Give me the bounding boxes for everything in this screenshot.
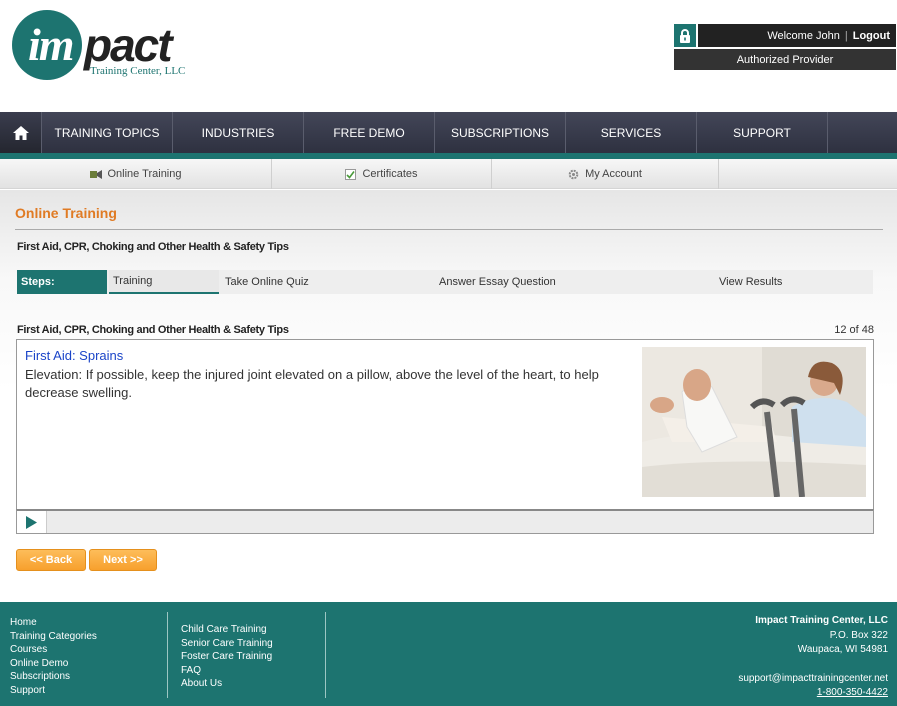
step-take-online-quiz[interactable]: Take Online Quiz <box>221 270 309 294</box>
footer-link-child-care[interactable]: Child Care Training <box>181 623 273 637</box>
footer-link-foster-care[interactable]: Foster Care Training <box>181 650 273 664</box>
nav-support[interactable]: SUPPORT <box>697 112 828 153</box>
user-box: Welcome John | Logout Authorized Provide… <box>674 24 896 71</box>
footer-link-faq[interactable]: FAQ <box>181 664 273 678</box>
footer-link-subscriptions[interactable]: Subscriptions <box>10 670 97 684</box>
sub-nav: Online Training Certificates My Account <box>0 159 897 189</box>
impact-logo[interactable]: im pact Training Center, LLC <box>12 10 212 86</box>
slide-panel: First Aid: Sprains Elevation: If possibl… <box>16 339 874 534</box>
footer-link-courses[interactable]: Courses <box>10 643 97 657</box>
subnav-certificates[interactable]: Certificates <box>272 159 492 189</box>
footer-contact: Impact Training Center, LLC P.O. Box 322… <box>738 614 888 701</box>
step-answer-essay-question[interactable]: Answer Essay Question <box>435 270 556 294</box>
footer-link-home[interactable]: Home <box>10 616 97 630</box>
slide-text: Elevation: If possible, keep the injured… <box>25 367 599 400</box>
subnav-my-account[interactable]: My Account <box>492 159 719 189</box>
slide-counter: 12 of 48 <box>834 324 874 336</box>
nav-training-topics[interactable]: TRAINING TOPICS <box>42 112 173 153</box>
footer-link-online-demo[interactable]: Online Demo <box>10 657 97 671</box>
slide-heading: First Aid: Sprains <box>25 348 124 363</box>
steps-label: Steps: <box>17 270 107 294</box>
footer-divider <box>325 612 326 698</box>
footer-address-line2: Waupaca, WI 54981 <box>797 644 888 655</box>
steps-bar: Steps: Training Take Online Quiz Answer … <box>17 270 873 294</box>
footer-divider <box>167 612 168 698</box>
main-nav: TRAINING TOPICS INDUSTRIES FREE DEMO SUB… <box>0 112 897 153</box>
footer-phone-link[interactable]: 1-800-350-4422 <box>738 686 888 701</box>
welcome-bar: Welcome John | Logout <box>698 24 896 47</box>
media-player-bar <box>16 509 874 534</box>
footer-links-primary: Home Training Categories Courses Online … <box>10 616 97 697</box>
subnav-online-training[interactable]: Online Training <box>0 159 272 189</box>
footer-links-secondary: Child Care Training Senior Care Training… <box>181 623 273 691</box>
play-icon <box>26 515 37 529</box>
welcome-separator: | <box>844 29 848 42</box>
footer: Home Training Categories Courses Online … <box>0 602 897 706</box>
step-view-results[interactable]: View Results <box>715 270 782 294</box>
step-training[interactable]: Training <box>109 270 219 294</box>
subnav-label: Certificates <box>362 168 418 180</box>
nav-free-demo[interactable]: FREE DEMO <box>304 112 435 153</box>
training-icon <box>89 169 102 179</box>
subnav-label: Online Training <box>107 168 182 180</box>
footer-link-training-categories[interactable]: Training Categories <box>10 630 97 644</box>
title-divider <box>15 229 883 230</box>
logout-link[interactable]: Logout <box>853 30 890 42</box>
footer-address-line1: P.O. Box 322 <box>829 629 888 641</box>
back-button[interactable]: << Back <box>16 549 86 571</box>
footer-spacer <box>738 658 888 672</box>
play-button[interactable] <box>17 511 47 533</box>
lock-icon <box>674 24 696 47</box>
home-icon <box>12 125 29 140</box>
logo-text-im: im <box>28 19 75 70</box>
content-area: Online Training First Aid, CPR, Choking … <box>0 190 897 602</box>
welcome-text: Welcome John <box>767 29 840 42</box>
page-title: Online Training <box>15 205 117 221</box>
authorized-provider-badge: Authorized Provider <box>674 49 896 70</box>
sprain-elevation-photo <box>642 347 866 497</box>
nav-services[interactable]: SERVICES <box>566 112 697 153</box>
footer-link-support[interactable]: Support <box>10 684 97 698</box>
certificate-icon <box>345 168 357 180</box>
course-title: First Aid, CPR, Choking and Other Health… <box>17 241 289 253</box>
footer-link-about-us[interactable]: About Us <box>181 677 273 691</box>
logo-subtitle: Training Center, LLC <box>90 65 186 77</box>
footer-company-name: Impact Training Center, LLC <box>755 615 888 626</box>
home-button[interactable] <box>0 112 42 153</box>
subnav-label: My Account <box>585 168 642 180</box>
footer-email-link[interactable]: support@impacttrainingcenter.net <box>738 672 888 687</box>
header: im pact Training Center, LLC Welcome Joh… <box>0 0 897 112</box>
next-button[interactable]: Next >> <box>89 549 157 571</box>
nav-subscriptions[interactable]: SUBSCRIPTIONS <box>435 112 566 153</box>
nav-industries[interactable]: INDUSTRIES <box>173 112 304 153</box>
slide-section-title: First Aid, CPR, Choking and Other Health… <box>17 324 289 336</box>
gear-icon <box>568 169 579 179</box>
footer-link-senior-care[interactable]: Senior Care Training <box>181 637 273 651</box>
logo-text-pact: pact <box>84 19 173 71</box>
